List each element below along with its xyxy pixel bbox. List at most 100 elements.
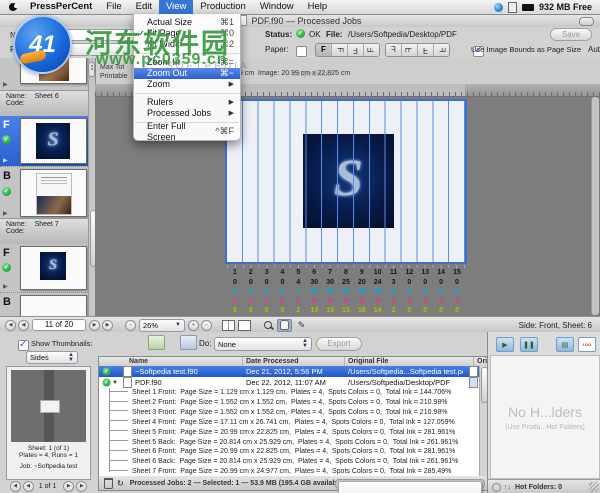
first-page-button[interactable]: ◀	[5, 319, 16, 331]
disclosure-icon[interactable]: ▶	[3, 81, 8, 88]
sheet-detail-row[interactable]: Sheet 5 Front: Page Size = 20.99 cm x 22…	[99, 428, 488, 438]
menubar-view[interactable]: View	[159, 0, 194, 14]
menu-item-processed-jobs[interactable]: Processed Jobs ▶	[134, 108, 240, 119]
sheet-detail-row[interactable]: Sheet 1 Front: Page Size = 1.129 cm x 1.…	[99, 388, 488, 398]
do-popup[interactable]: None ▲ ▼	[214, 337, 312, 351]
toolbar-toggle-button[interactable]	[579, 17, 594, 26]
col-name[interactable]: Name	[129, 357, 148, 366]
menubar-app-name[interactable]: PressPerCent	[23, 0, 99, 14]
scrollbar-thumb[interactable]	[338, 481, 483, 493]
jobs-status-text: Processed Jobs: 2 — Selected: 1 — 53.9 M…	[129, 479, 345, 487]
orientation-segment-1[interactable]: F F F F	[315, 43, 380, 57]
menubar-help[interactable]: Help	[301, 0, 335, 14]
sheet-count: Sheet: 1 (of 1)	[27, 445, 70, 452]
page-indicator[interactable]: 11 of 20	[32, 319, 86, 331]
disclosure-icon[interactable]: ▶	[3, 283, 8, 290]
sheet6-front-item[interactable]: F ✓ S ▶	[0, 116, 88, 166]
pane-handle[interactable]	[88, 62, 95, 77]
jobs-h-scrollbar[interactable]	[335, 479, 485, 493]
last-button[interactable]: ▶	[76, 481, 88, 492]
sheet-detail-text: Sheet 6 Back: Page Size = 20.814 cm x 25…	[132, 458, 459, 466]
menubar-production[interactable]: Production	[193, 0, 252, 14]
hand-tool[interactable]	[277, 318, 292, 332]
first-button[interactable]: ◀	[9, 481, 21, 492]
next-page-button[interactable]: ▶	[89, 319, 100, 331]
disclosure-icon[interactable]: ▶	[3, 157, 8, 164]
refresh-icon[interactable]: ↻	[117, 479, 124, 488]
job-row-softpedia-test[interactable]: ✓ ~Softpedia test.f90 Dec 21, 2012, 5:56…	[99, 366, 488, 377]
sheet-detail-text: Sheet 3 Front: Page Size = 1.552 cm x 1.…	[132, 408, 448, 416]
sheet-detail-row[interactable]: Sheet 2 Front: Page Size = 1.552 cm x 1.…	[99, 398, 488, 408]
menu-item-rulers[interactable]: Rulers ▶	[134, 97, 240, 108]
memory-free-status[interactable]: 932 MB Free	[539, 2, 592, 12]
show-thumbnails-checkbox[interactable]	[18, 339, 29, 351]
prev-page-button[interactable]: ◀	[18, 319, 29, 331]
submenu-arrow-icon: ▶	[228, 110, 234, 117]
gear-icon[interactable]	[492, 482, 501, 492]
zoom-fit-button[interactable]: −	[201, 319, 212, 331]
orient-fm-0[interactable]: F	[386, 44, 402, 56]
preview-scrollbar[interactable]	[591, 97, 599, 315]
copy-pages-icon[interactable]: ▤	[556, 337, 574, 352]
orient-f-270[interactable]: F	[364, 44, 379, 56]
battery-icon[interactable]	[521, 3, 534, 11]
job-row-pdf[interactable]: ✓ ▼ PDF.f90 Dec 22, 2012, 11:07 AM /User…	[99, 377, 488, 388]
disclosure-open-icon[interactable]: ▼	[111, 380, 119, 386]
sheet6-back-item[interactable]: B ✓ ▶	[0, 166, 88, 219]
apple-icon[interactable]	[9, 3, 18, 11]
orient-fm-270[interactable]: F	[434, 44, 449, 56]
zoom-level-popup[interactable]: 26% ▼	[139, 318, 185, 332]
menu-item-enter-full-screen[interactable]: Enter Full Screen ^⌘F	[134, 121, 240, 142]
orient-f-180[interactable]: F	[348, 44, 364, 56]
thumbnail[interactable]: S	[20, 246, 87, 290]
pause-hot-folder-icon[interactable]: ❚❚	[520, 337, 538, 352]
trash-icon[interactable]	[104, 477, 113, 489]
sheet-detail-row[interactable]: Sheet 3 Front: Page Size = 1.552 cm x 1.…	[99, 408, 488, 418]
menu-item-zoom-submenu[interactable]: Zoom ▶	[134, 79, 240, 90]
disclosure-icon[interactable]: ▶	[3, 210, 8, 217]
pencil-tool[interactable]: ✎	[295, 320, 308, 331]
thumbnail[interactable]: S	[20, 118, 87, 164]
add-job-icon[interactable]	[148, 335, 165, 350]
orient-fm-180[interactable]: F	[418, 44, 434, 56]
sheet-detail-row[interactable]: Sheet 6 Back: Page Size = 20.814 cm x 25…	[99, 457, 488, 467]
orient-f-0[interactable]: F	[316, 44, 332, 56]
thumbnail[interactable]	[20, 169, 87, 217]
menubar-window[interactable]: Window	[253, 0, 301, 14]
save-button[interactable]: Save	[550, 28, 592, 41]
sheet7-front-item[interactable]: F ✓ S ▶	[0, 244, 88, 292]
sides-popup[interactable]: Sides ▲ ▼	[26, 351, 78, 364]
menubar-file[interactable]: File	[99, 0, 128, 14]
orient-fm-90[interactable]: F	[402, 44, 418, 56]
network-icon[interactable]	[493, 2, 503, 12]
zoom-out-button[interactable]: −	[125, 319, 136, 331]
open-job-icon[interactable]	[180, 335, 197, 350]
single-page-icon[interactable]	[238, 319, 251, 331]
resize-grip[interactable]	[589, 482, 599, 492]
prev-button[interactable]: ◀	[22, 481, 34, 492]
magnifier-tool[interactable]	[261, 320, 274, 331]
sheet-detail-row[interactable]: Sheet 6 Front: Page Size = 20.99 cm x 22…	[99, 447, 488, 457]
zoom-in-button[interactable]: +	[188, 319, 199, 331]
start-hot-folder-icon[interactable]: ▶	[496, 337, 514, 352]
log-icon[interactable]: LOG	[578, 337, 596, 352]
paper-checkbox[interactable]	[296, 46, 307, 57]
sheet7-back-item[interactable]: B	[0, 292, 88, 316]
thumbnail[interactable]	[20, 295, 87, 316]
next-button[interactable]: ▶	[63, 481, 75, 492]
sort-arrows-icon[interactable]: ↑↓	[504, 484, 511, 491]
chevron-down-icon: ▼	[175, 321, 181, 328]
orient-f-90[interactable]: F	[332, 44, 348, 56]
menubar-edit[interactable]: Edit	[129, 0, 159, 14]
press-sheet-page[interactable]: S	[225, 99, 467, 264]
last-page-button[interactable]: ▶	[102, 319, 113, 331]
sheet-detail-row[interactable]: Sheet 4 Front: Page Size = 17.11 cm x 26…	[99, 418, 488, 428]
export-button[interactable]: Export	[316, 337, 362, 351]
col-ori[interactable]: Ori	[477, 357, 487, 366]
sheet-detail-row[interactable]: Sheet 5 Back: Page Size = 20.814 cm x 25…	[99, 438, 488, 448]
facing-pages-icon[interactable]	[222, 319, 235, 331]
col-date[interactable]: Date Processed	[246, 357, 299, 366]
orientation-segment-2[interactable]: F F F F	[385, 43, 450, 57]
display-icon[interactable]	[507, 1, 517, 13]
col-file[interactable]: Original File	[348, 357, 388, 366]
